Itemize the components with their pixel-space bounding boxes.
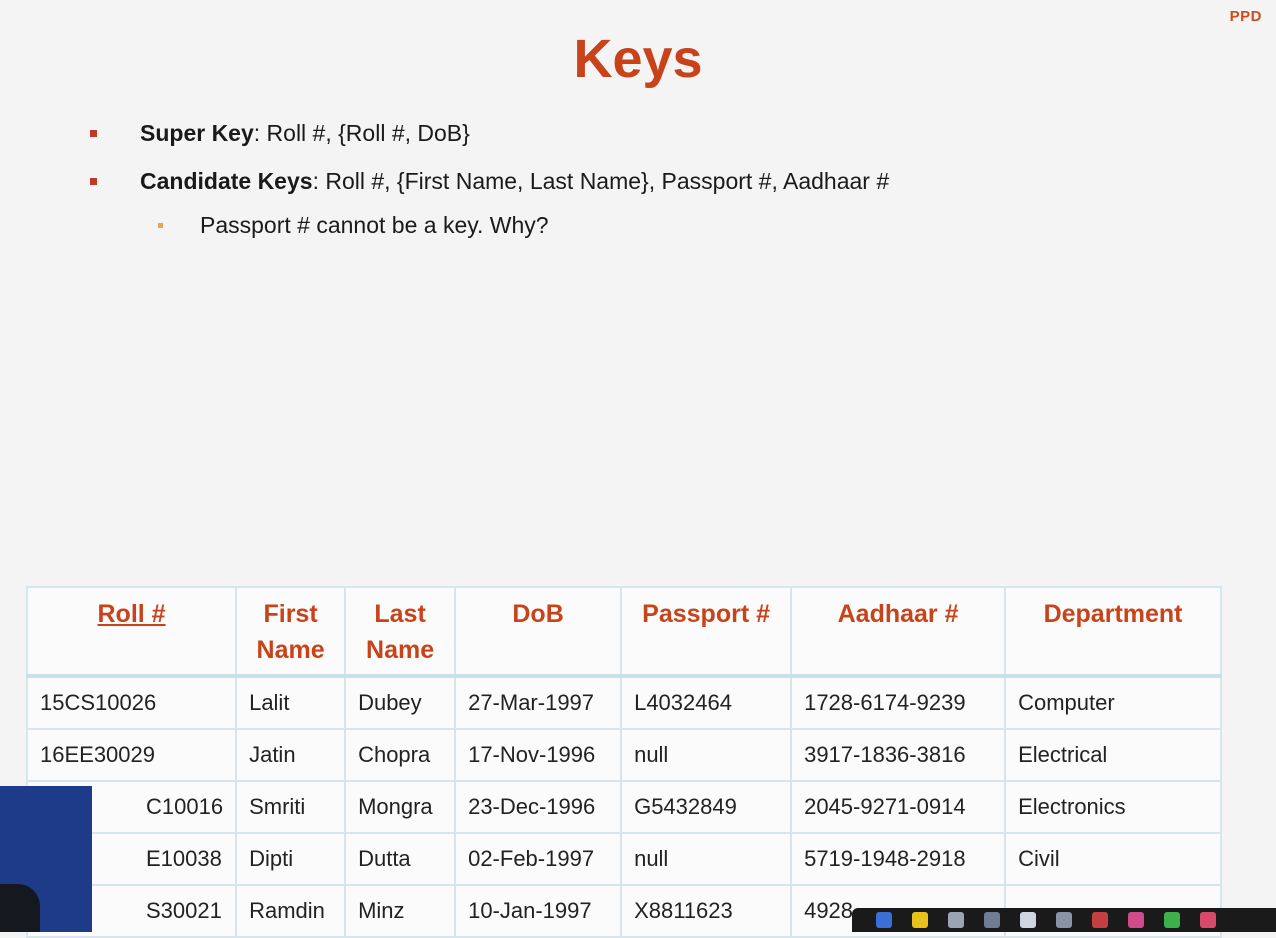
cell-department: Civil (1004, 832, 1222, 886)
tool-icon[interactable] (984, 912, 1000, 928)
cell-passport: null (620, 832, 793, 886)
super-key-text: : Roll #, {Roll #, DoB} (253, 120, 470, 146)
tool-icon[interactable] (912, 912, 928, 928)
cell-department: Electronics (1004, 780, 1222, 834)
tool-icon[interactable] (948, 912, 964, 928)
candidate-keys-label: Candidate Keys (140, 168, 313, 194)
cell-first-name: Ramdin (235, 884, 347, 938)
header-roll: Roll # (25, 586, 238, 678)
table-row: C10016 Smriti Mongra 23-Dec-1996 G543284… (25, 780, 1222, 834)
tool-icon[interactable] (1200, 912, 1216, 928)
cell-first-name: Smriti (235, 780, 347, 834)
cell-department: Electrical (1004, 728, 1222, 782)
tool-icon[interactable] (1164, 912, 1180, 928)
table-row: 15CS10026 Lalit Dubey 27-Mar-1997 L40324… (25, 675, 1222, 730)
bullet-candidate-keys: Candidate Keys: Roll #, {First Name, Las… (90, 166, 1190, 196)
cell-aadhaar: 5719-1948-2918 (790, 832, 1007, 886)
tool-icon[interactable] (1056, 912, 1072, 928)
cell-dob: 10-Jan-1997 (454, 884, 623, 938)
table-row: E10038 Dipti Dutta 02-Feb-1997 null 5719… (25, 832, 1222, 886)
bullet-square-icon (90, 178, 97, 185)
super-key-label: Super Key (140, 120, 254, 146)
cell-first-name: Lalit (235, 675, 347, 730)
cell-passport: G5432849 (620, 780, 793, 834)
header-last-name: Last Name (344, 586, 457, 678)
bullet-super-key: Super Key: Roll #, {Roll #, DoB} (90, 118, 1190, 148)
annotation-toolbar (852, 908, 1276, 932)
sub-bullet-text: Passport # cannot be a key. Why? (200, 212, 549, 238)
cell-dob: 27-Mar-1997 (454, 675, 623, 730)
cell-last-name: Dubey (344, 675, 457, 730)
header-passport: Passport # (620, 586, 793, 678)
cell-roll: 15CS10026 (25, 675, 238, 730)
candidate-keys-text: : Roll #, {First Name, Last Name}, Passp… (312, 168, 890, 194)
cell-aadhaar: 3917-1836-3816 (790, 728, 1007, 782)
bullet-square-icon (90, 130, 97, 137)
header-aadhaar: Aadhaar # (790, 586, 1007, 678)
cell-last-name: Dutta (344, 832, 457, 886)
cell-aadhaar: 2045-9271-0914 (790, 780, 1007, 834)
cell-dob: 02-Feb-1997 (454, 832, 623, 886)
cell-dob: 23-Dec-1996 (454, 780, 623, 834)
cell-department: Computer (1004, 675, 1222, 730)
sub-bullet-passport: Passport # cannot be a key. Why? (90, 210, 1190, 240)
tool-icon[interactable] (1020, 912, 1036, 928)
cell-last-name: Chopra (344, 728, 457, 782)
tool-icon[interactable] (1128, 912, 1144, 928)
cell-last-name: Mongra (344, 780, 457, 834)
sub-bullet-square-icon (158, 223, 163, 228)
table-row: 16EE30029 Jatin Chopra 17-Nov-1996 null … (25, 728, 1222, 782)
tool-icon[interactable] (876, 912, 892, 928)
cell-first-name: Dipti (235, 832, 347, 886)
presenter-video-overlay (0, 786, 92, 932)
cell-passport: null (620, 728, 793, 782)
cell-roll: 16EE30029 (25, 728, 238, 782)
cell-last-name: Minz (344, 884, 457, 938)
tool-icon[interactable] (1092, 912, 1108, 928)
table-header-row: Roll # First Name Last Name DoB Passport #… (25, 586, 1222, 678)
cell-passport: X8811623 (620, 884, 793, 938)
header-dob: DoB (454, 586, 623, 678)
cell-passport: L4032464 (620, 675, 793, 730)
ppd-logo: PPD (1229, 8, 1262, 25)
bullet-list: Super Key: Roll #, {Roll #, DoB} Candida… (90, 118, 1190, 240)
header-first-name: First Name (235, 586, 347, 678)
cell-aadhaar: 1728-6174-9239 (790, 675, 1007, 730)
slide-title: Keys (573, 29, 703, 89)
student-table: Roll # First Name Last Name DoB Passport #… (25, 586, 1222, 938)
header-department: Department (1004, 586, 1222, 678)
presenter-silhouette (0, 884, 40, 932)
cell-first-name: Jatin (235, 728, 347, 782)
cell-dob: 17-Nov-1996 (454, 728, 623, 782)
slide: PPD Keys Super Key: Roll #, {Roll #, DoB… (0, 0, 1276, 938)
